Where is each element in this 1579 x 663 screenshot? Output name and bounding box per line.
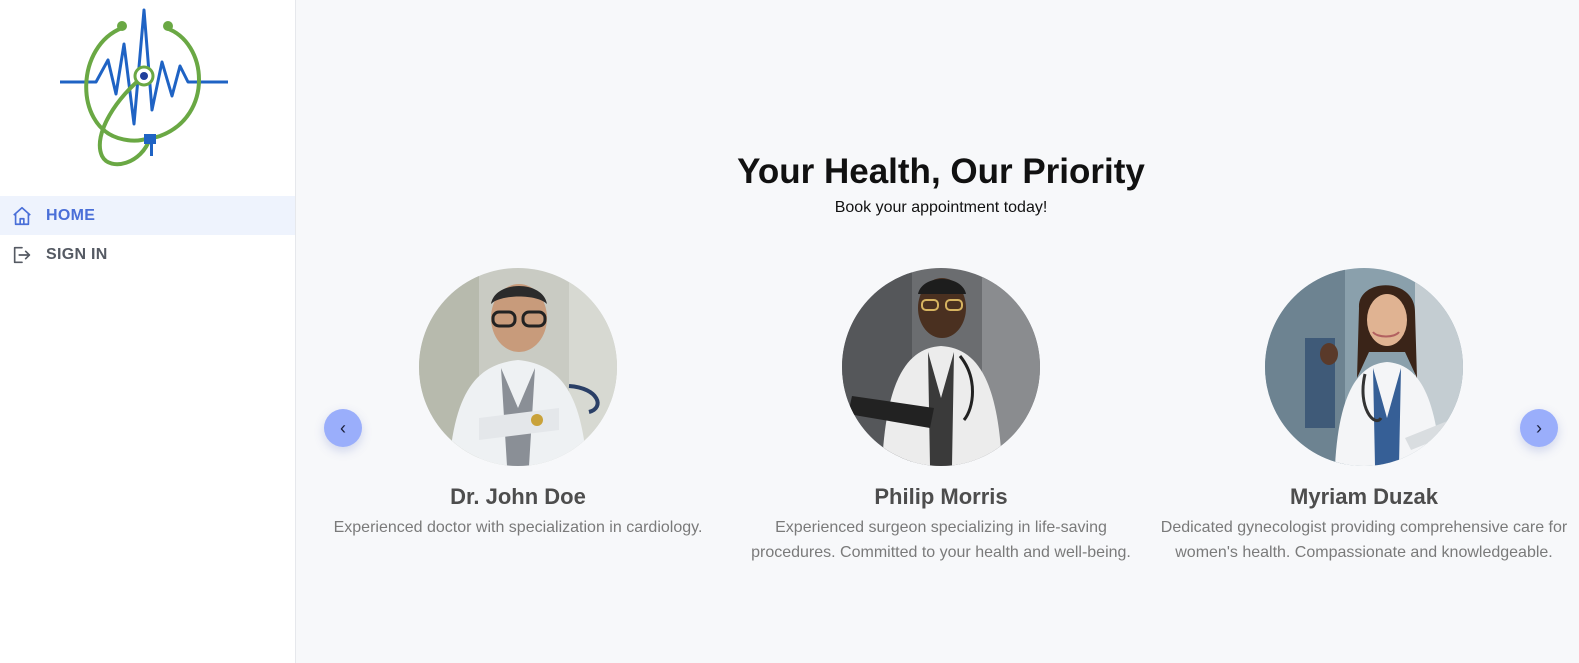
carousel-prev-button[interactable]: ‹ (324, 409, 362, 447)
doctor-card[interactable]: Philip Morris Experienced surgeon specia… (731, 268, 1151, 565)
sidebar-item-sign-in[interactable]: SIGN IN (0, 235, 295, 274)
sidebar-item-home[interactable]: HOME (0, 196, 295, 235)
carousel-next-button[interactable]: › (1520, 409, 1558, 447)
sidebar: HOME SIGN IN (0, 0, 296, 663)
doctor-name: Myriam Duzak (1290, 484, 1438, 509)
chevron-right-icon: › (1536, 418, 1542, 438)
doctor-card[interactable]: Dr. John Doe Experienced doctor with spe… (308, 268, 728, 540)
hero-title: Your Health, Our Priority (737, 152, 1145, 191)
main-content: Your Health, Our Priority Book your appo… (296, 0, 1579, 663)
doctor-photo (842, 268, 1040, 466)
sign-in-icon (10, 243, 34, 267)
doctor-name: Dr. John Doe (450, 484, 586, 509)
doctor-photo (1265, 268, 1463, 466)
chevron-left-icon: ‹ (340, 418, 346, 438)
doctor-card[interactable]: Myriam Duzak Dedicated gynecologist prov… (1154, 268, 1574, 565)
doctor-description: Experienced doctor with specialization i… (333, 519, 703, 536)
doctor-description: Experienced surgeon specializing in life… (751, 519, 1131, 561)
home-icon (10, 204, 34, 228)
sidebar-nav: HOME SIGN IN (0, 196, 295, 274)
doctor-name: Philip Morris (874, 484, 1008, 509)
hero-subtitle: Book your appointment today! (834, 199, 1048, 216)
doctor-description: Dedicated gynecologist providing compreh… (1160, 519, 1568, 561)
sidebar-item-label: HOME (46, 206, 96, 224)
clinic-logo-icon[interactable] (58, 6, 234, 172)
doctor-photo (419, 268, 617, 466)
sidebar-item-label: SIGN IN (46, 245, 108, 263)
